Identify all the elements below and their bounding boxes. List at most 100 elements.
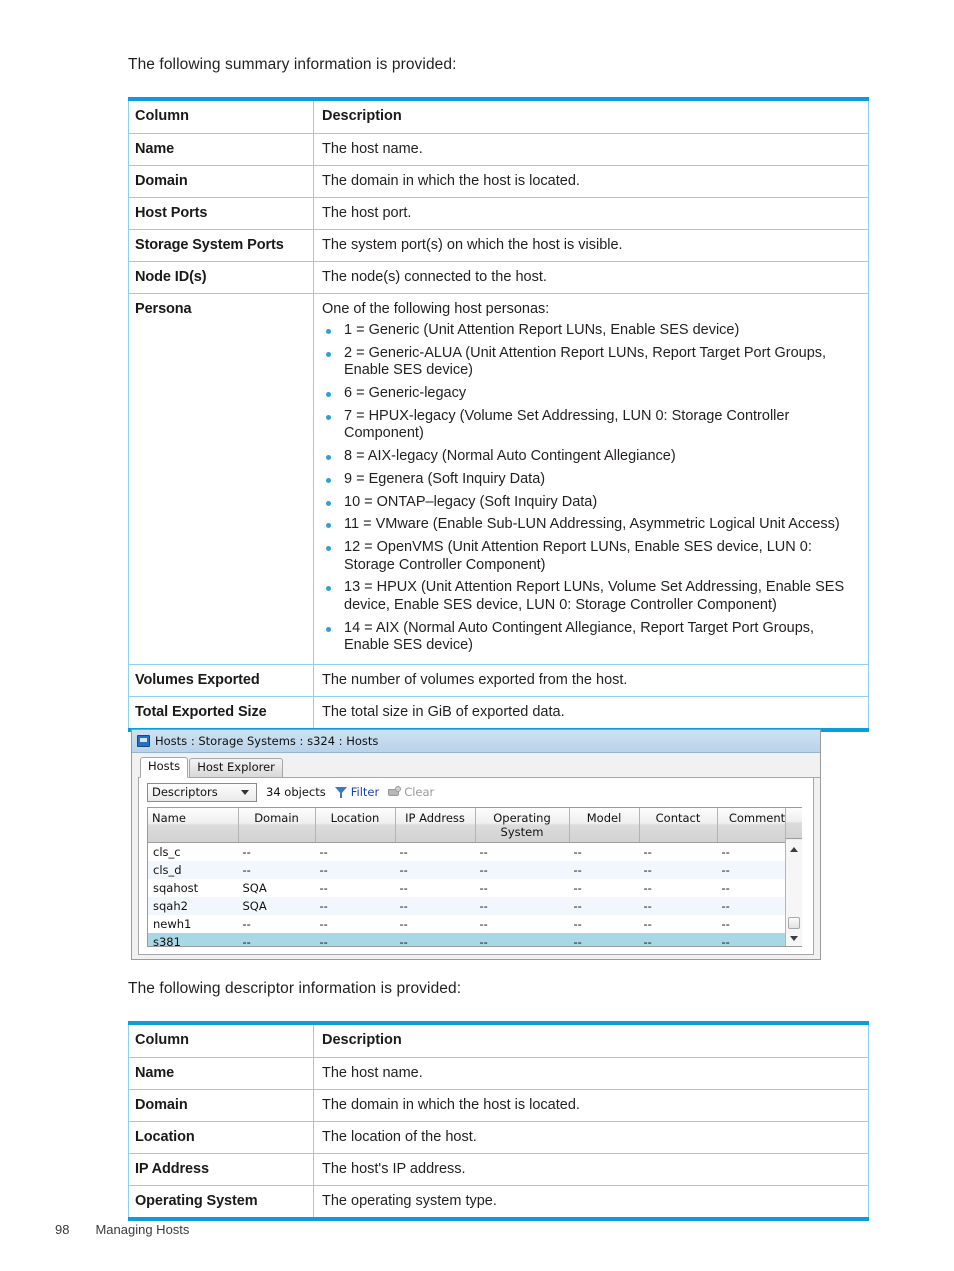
grid-column-header[interactable]: Contact bbox=[639, 808, 718, 843]
grid-cell-name: sqah2 bbox=[148, 897, 238, 915]
descriptor-information-table: Column Description Name The host name. Dom… bbox=[128, 1021, 869, 1221]
column-header-description: Description bbox=[313, 1022, 869, 1058]
grid-cell: -- bbox=[569, 897, 639, 915]
scrollbar-thumb[interactable] bbox=[788, 917, 800, 929]
embedded-application-screenshot: Hosts : Storage Systems : s324 : Hosts H… bbox=[131, 729, 821, 960]
filter-button-label: Filter bbox=[350, 785, 380, 799]
chapter-name: Managing Hosts bbox=[95, 1222, 190, 1237]
hosts-table: Name Domain Location IP Address Operating Sy… bbox=[148, 808, 785, 946]
cell-column: Operating System bbox=[128, 1185, 314, 1220]
cell-column: Total Exported Size bbox=[128, 696, 314, 731]
scrollbar-track[interactable] bbox=[786, 840, 802, 946]
table-row: Domain The domain in which the host is lo… bbox=[128, 1089, 869, 1122]
grid-cell: -- bbox=[479, 845, 488, 859]
grid-cell-name: cls_d bbox=[148, 861, 238, 879]
cell-description: The host name. bbox=[313, 1057, 869, 1090]
filter-button[interactable]: Filter bbox=[334, 785, 380, 799]
monitor-icon bbox=[137, 735, 150, 747]
scroll-down-arrow-icon[interactable] bbox=[787, 931, 801, 945]
persona-list-item: 2 = Generic-ALUA (Unit Attention Report … bbox=[322, 345, 860, 380]
persona-lead-text: One of the following host personas: bbox=[322, 301, 550, 317]
grid-cell: -- bbox=[717, 897, 785, 915]
grid-cell: -- bbox=[639, 861, 717, 879]
chevron-down-icon bbox=[241, 789, 249, 795]
cell-description: The system port(s) on which the host is … bbox=[313, 229, 869, 262]
persona-list-item: 7 = HPUX-legacy (Volume Set Addressing, … bbox=[322, 408, 860, 443]
cell-column: Name bbox=[128, 1057, 314, 1090]
document-page: The following summary information is pro… bbox=[0, 0, 954, 1271]
app-body: Hosts Host Explorer Descriptors 34 objec… bbox=[132, 753, 820, 959]
table-row: Domain The domain in which the host is lo… bbox=[128, 165, 869, 198]
scroll-up-arrow-icon[interactable] bbox=[787, 842, 801, 856]
grid-row[interactable]: newh1 -- -- -- -- -- -- -- bbox=[148, 915, 785, 933]
hosts-tab-panel: Descriptors 34 objects Filter Clear Name… bbox=[138, 777, 814, 955]
vertical-scrollbar[interactable] bbox=[785, 808, 802, 946]
view-select[interactable]: Descriptors bbox=[147, 782, 257, 802]
table-header-row: Column Description bbox=[128, 1022, 869, 1058]
column-header-column: Column bbox=[128, 98, 314, 134]
grid-cell-name: newh1 bbox=[153, 917, 192, 931]
grid-cell: -- bbox=[395, 897, 475, 915]
cell-description: The domain in which the host is located. bbox=[313, 165, 869, 198]
table-row: Operating System The operating system typ… bbox=[128, 1185, 869, 1220]
descriptor-intro-text: The following descriptor information is … bbox=[128, 980, 462, 997]
grid-row[interactable]: cls_c -- -- -- -- -- -- -- bbox=[148, 843, 785, 862]
grid-column-header[interactable]: IP Address bbox=[395, 808, 476, 843]
grid-cell: -- bbox=[573, 917, 582, 931]
cell-column: Storage System Ports bbox=[128, 229, 314, 262]
grid-row[interactable]: sqah2 SQA -- -- -- -- -- -- bbox=[148, 897, 785, 915]
grid-cell: -- bbox=[717, 861, 785, 879]
cell-column: Node ID(s) bbox=[128, 261, 314, 294]
persona-list-item: 10 = ONTAP–legacy (Soft Inquiry Data) bbox=[322, 494, 860, 512]
grid-cell: -- bbox=[315, 933, 395, 946]
grid-column-header[interactable]: Domain bbox=[238, 808, 316, 843]
grid-column-header[interactable]: Model bbox=[569, 808, 640, 843]
grid-cell: -- bbox=[639, 897, 717, 915]
table-header-row: Column Description bbox=[128, 98, 869, 134]
cell-description: The node(s) connected to the host. bbox=[313, 261, 869, 294]
grid-cell: -- bbox=[475, 933, 569, 946]
cell-column: Location bbox=[128, 1121, 314, 1154]
grid-cell: -- bbox=[573, 881, 582, 895]
app-title-text: Hosts : Storage Systems : s324 : Hosts bbox=[155, 734, 379, 748]
grid-row[interactable]: cls_d -- -- -- -- -- -- -- bbox=[148, 861, 785, 879]
tab-host-explorer[interactable]: Host Explorer bbox=[189, 758, 283, 777]
grid-cell: -- bbox=[399, 845, 408, 859]
table-row: Host Ports The host port. bbox=[128, 197, 869, 230]
scrollbar-header-spacer bbox=[786, 808, 802, 839]
grid-cell: -- bbox=[395, 861, 475, 879]
grid-cell: -- bbox=[399, 881, 408, 895]
grid-header-row: Name Domain Location IP Address Operating Sy… bbox=[148, 808, 785, 843]
grid-cell: -- bbox=[643, 917, 652, 931]
grid-cell: -- bbox=[475, 897, 569, 915]
persona-list-item: 6 = Generic-legacy bbox=[322, 385, 860, 403]
app-title-bar: Hosts : Storage Systems : s324 : Hosts bbox=[132, 730, 820, 753]
persona-list-item: 1 = Generic (Unit Attention Report LUNs,… bbox=[322, 322, 860, 340]
grid-column-header[interactable]: Comments bbox=[717, 808, 785, 843]
cell-column: Domain bbox=[128, 1089, 314, 1122]
grid-cell: -- bbox=[399, 917, 408, 931]
grid-scroll-area: Name Domain Location IP Address Operating Sy… bbox=[148, 808, 785, 946]
grid-column-header[interactable]: Operating System bbox=[475, 808, 570, 843]
summary-information-table: Column Description Name The host name. Dom… bbox=[128, 97, 869, 732]
hosts-data-grid: Name Domain Location IP Address Operating Sy… bbox=[147, 807, 802, 947]
grid-cell: -- bbox=[319, 917, 328, 931]
tab-hosts[interactable]: Hosts bbox=[140, 757, 189, 778]
grid-row[interactable]: sqahost SQA -- -- -- -- -- -- bbox=[148, 879, 785, 897]
grid-toolbar: Descriptors 34 objects Filter Clear bbox=[139, 777, 813, 807]
table-row: Total Exported Size The total size in GiB… bbox=[128, 696, 869, 731]
tab-strip: Hosts Host Explorer bbox=[138, 757, 820, 778]
grid-row[interactable]: s381 -- -- -- -- -- -- -- bbox=[148, 933, 785, 946]
grid-column-header[interactable]: Name bbox=[148, 808, 239, 843]
grid-cell: -- bbox=[238, 933, 315, 946]
persona-list-item: 8 = AIX-legacy (Normal Auto Contingent A… bbox=[322, 448, 860, 466]
grid-cell: -- bbox=[319, 845, 328, 859]
summary-intro-text: The following summary information is pro… bbox=[128, 56, 457, 73]
grid-cell-name: s381 bbox=[148, 933, 238, 946]
table-row: Name The host name. bbox=[128, 133, 869, 166]
table-row: Volumes Exported The number of volumes ex… bbox=[128, 664, 869, 697]
cell-column: IP Address bbox=[128, 1153, 314, 1186]
grid-column-header[interactable]: Location bbox=[315, 808, 396, 843]
persona-list: 1 = Generic (Unit Attention Report LUNs,… bbox=[322, 322, 860, 655]
clear-button[interactable]: Clear bbox=[388, 785, 434, 799]
